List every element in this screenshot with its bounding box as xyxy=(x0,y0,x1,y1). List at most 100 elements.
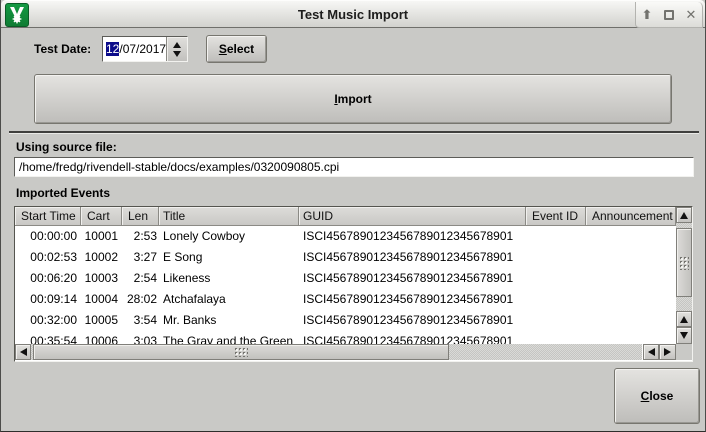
scroll-right-button[interactable] xyxy=(659,344,676,360)
cell-cart: 10001 xyxy=(81,226,122,247)
maximize-glyph xyxy=(664,10,674,20)
scrollbar-corner xyxy=(676,344,692,360)
cell-guid: ISCI4567890123456789012345678901 xyxy=(299,247,526,268)
cell-announcement xyxy=(586,268,676,289)
test-date-spinbox[interactable]: 12/07/2017 xyxy=(102,36,188,62)
cell-len: 28:02 xyxy=(122,289,159,310)
close-button-label: Close xyxy=(641,389,674,403)
scroll-up-button-bottom[interactable] xyxy=(676,311,692,327)
table-row[interactable]: 00:32:00 10005 3:54 Mr. Banks ISCI456789… xyxy=(15,310,676,331)
horizontal-scrollbar[interactable] xyxy=(15,344,676,360)
column-header-cart[interactable]: Cart xyxy=(81,207,122,226)
table-row[interactable]: 00:35:54 10006 3:03 The Gray and the Gre… xyxy=(15,331,676,344)
cell-start-time: 00:02:53 xyxy=(15,247,81,268)
column-header-title[interactable]: Title xyxy=(159,207,299,226)
maximize-window-icon[interactable] xyxy=(660,6,678,24)
vertical-scroll-thumb[interactable] xyxy=(676,228,692,297)
import-button[interactable]: Import xyxy=(34,74,672,124)
window-title: Test Music Import xyxy=(1,1,705,29)
scroll-left-button-right[interactable] xyxy=(643,344,659,360)
cell-start-time: 00:06:20 xyxy=(15,268,81,289)
cell-announcement xyxy=(586,310,676,331)
cell-cart: 10002 xyxy=(81,247,122,268)
select-button[interactable]: Select xyxy=(206,35,267,63)
import-button-label: Import xyxy=(334,92,371,106)
cell-announcement xyxy=(586,331,676,344)
cell-event-id xyxy=(526,247,586,268)
scroll-up-icon xyxy=(680,212,688,219)
cell-start-time: 00:32:00 xyxy=(15,310,81,331)
column-header-guid[interactable]: GUID xyxy=(299,207,526,226)
spin-down-icon[interactable] xyxy=(173,51,181,57)
cell-announcement xyxy=(586,289,676,310)
cell-guid: ISCI4567890123456789012345678901 xyxy=(299,268,526,289)
scroll-right-icon xyxy=(664,348,671,356)
cell-start-time: 00:00:00 xyxy=(15,226,81,247)
test-date-value[interactable]: 12/07/2017 xyxy=(103,37,166,61)
thumb-grip-icon xyxy=(679,256,689,270)
cell-guid: ISCI4567890123456789012345678901 xyxy=(299,289,526,310)
cell-guid: ISCI4567890123456789012345678901 xyxy=(299,331,526,344)
titlebar[interactable]: Test Music Import ⬆ ✕ xyxy=(1,0,705,28)
close-window-icon[interactable]: ✕ xyxy=(682,6,700,24)
test-music-import-window: Test Music Import ⬆ ✕ Test Date: 12/07/2… xyxy=(0,0,706,432)
date-spin-buttons[interactable] xyxy=(166,37,187,61)
cell-cart: 10003 xyxy=(81,268,122,289)
horizontal-scroll-thumb[interactable] xyxy=(33,344,449,360)
cell-len: 3:54 xyxy=(122,310,159,331)
vertical-scrollbar[interactable] xyxy=(676,207,692,344)
scroll-left-icon xyxy=(648,348,655,356)
imported-events-label: Imported Events xyxy=(16,186,110,200)
select-rest: elect xyxy=(227,42,254,56)
cell-announcement xyxy=(586,226,676,247)
close-button[interactable]: Close xyxy=(614,368,700,424)
cell-len: 2:54 xyxy=(122,268,159,289)
cell-event-id xyxy=(526,226,586,247)
cell-start-time: 00:35:54 xyxy=(15,331,81,344)
scroll-down-button[interactable] xyxy=(676,327,692,344)
select-button-label: Select xyxy=(219,42,254,56)
table-row[interactable]: 00:09:14 10004 28:02 Atchafalaya ISCI456… xyxy=(15,289,676,310)
spin-up-icon[interactable] xyxy=(173,42,181,48)
cell-guid: ISCI4567890123456789012345678901 xyxy=(299,226,526,247)
cell-start-time: 00:09:14 xyxy=(15,289,81,310)
cell-announcement xyxy=(586,247,676,268)
cell-title: Likeness xyxy=(159,268,299,289)
column-header-start-time[interactable]: Start Time xyxy=(15,207,81,226)
test-date-label: Test Date: xyxy=(34,42,91,56)
table-row[interactable]: 00:06:20 10003 2:54 Likeness ISCI4567890… xyxy=(15,268,676,289)
imported-events-table: Start Time Cart Len Title GUID Event ID … xyxy=(14,206,693,362)
column-header-event-id[interactable]: Event ID xyxy=(526,207,586,226)
using-source-file-label: Using source file: xyxy=(16,140,117,154)
cell-title: Atchafalaya xyxy=(159,289,299,310)
table-body: 00:00:00 10001 2:53 Lonely Cowboy ISCI45… xyxy=(15,226,676,344)
cell-len: 3:03 xyxy=(122,331,159,344)
cell-event-id xyxy=(526,289,586,310)
column-header-len[interactable]: Len xyxy=(122,207,159,226)
scroll-up-button[interactable] xyxy=(676,207,692,223)
cell-title: The Gray and the Green xyxy=(159,331,299,344)
column-header-announcement[interactable]: Announcement xyxy=(586,207,676,226)
cell-event-id xyxy=(526,310,586,331)
cell-cart: 10005 xyxy=(81,310,122,331)
cell-title: E Song xyxy=(159,247,299,268)
cell-title: Lonely Cowboy xyxy=(159,226,299,247)
section-divider xyxy=(9,131,699,134)
source-file-path-input[interactable]: /home/fredg/rivendell-stable/docs/exampl… xyxy=(14,157,694,177)
table-row[interactable]: 00:00:00 10001 2:53 Lonely Cowboy ISCI45… xyxy=(15,226,676,247)
shade-window-icon[interactable]: ⬆ xyxy=(638,6,656,24)
cell-cart: 10004 xyxy=(81,289,122,310)
scroll-left-button[interactable] xyxy=(15,344,31,360)
cell-len: 3:27 xyxy=(122,247,159,268)
select-accel: S xyxy=(219,42,227,56)
thumb-grip-icon xyxy=(234,347,248,357)
cell-event-id xyxy=(526,331,586,344)
table-header-row: Start Time Cart Len Title GUID Event ID … xyxy=(15,207,676,226)
scroll-down-icon xyxy=(680,332,688,339)
date-rest-text: /07/2017 xyxy=(119,42,166,56)
scroll-up-icon xyxy=(680,316,688,323)
window-controls: ⬆ ✕ xyxy=(635,2,703,28)
cell-event-id xyxy=(526,268,586,289)
cell-len: 2:53 xyxy=(122,226,159,247)
table-row[interactable]: 00:02:53 10002 3:27 E Song ISCI456789012… xyxy=(15,247,676,268)
